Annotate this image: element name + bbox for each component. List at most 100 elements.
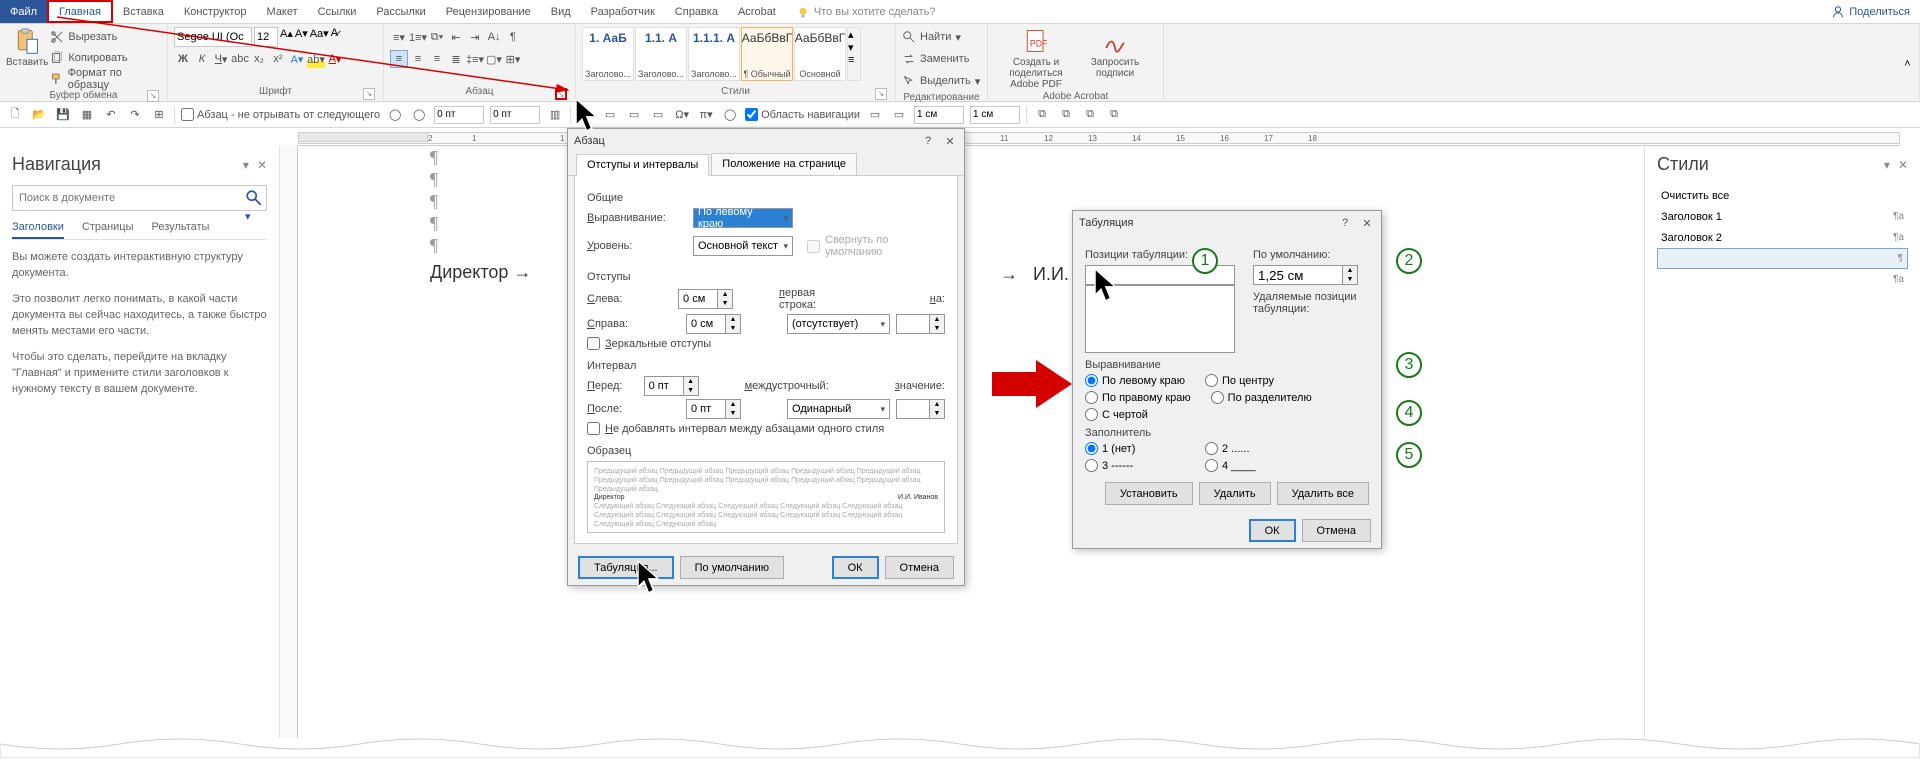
clipboard-launcher[interactable]: ↘ — [147, 90, 159, 102]
styles-scroll-up[interactable]: ▴ — [848, 28, 860, 41]
qa-columns-icon[interactable]: ▥ — [546, 106, 564, 124]
leader-4-radio[interactable]: 4 ____ — [1205, 459, 1305, 472]
qa-circle1-icon[interactable]: ◯ — [386, 106, 404, 124]
paste-button[interactable]: Вставить — [6, 27, 48, 68]
qa-spacing-after[interactable] — [490, 106, 540, 124]
delete-button[interactable]: Удалить — [1199, 482, 1271, 505]
qa-al2-icon[interactable]: ▭ — [601, 106, 619, 124]
qa-nav-checkbox[interactable]: Область навигации — [745, 108, 860, 121]
qa-open-icon[interactable]: 📂 — [30, 106, 48, 124]
qa-group2-icon[interactable]: ⧉ — [1057, 106, 1075, 124]
qa-save-icon[interactable]: 💾 — [54, 106, 72, 124]
select-button[interactable]: Выделить▾ — [902, 71, 980, 91]
qa-al4-icon[interactable]: ▭ — [649, 106, 667, 124]
leader-2-radio[interactable]: 2 ...... — [1205, 442, 1305, 455]
qa-spacing-before[interactable] — [434, 106, 484, 124]
shrink-font-button[interactable]: A▾ — [295, 27, 308, 47]
style-normal[interactable]: АаБбВвГ¶ Обычный — [741, 27, 793, 81]
tab-design[interactable]: Конструктор — [174, 0, 257, 23]
tell-me[interactable]: Что вы хотите сделать? — [786, 0, 946, 23]
before-spin[interactable]: ▲▼ — [644, 376, 699, 396]
align-right-radio[interactable]: По правому краю — [1085, 391, 1191, 404]
request-sign-button[interactable]: Запросить подписи — [1080, 27, 1150, 79]
style-h1[interactable]: Заголовок 1¶a — [1657, 206, 1908, 227]
right-indent-spin[interactable]: ▲▼ — [686, 314, 741, 334]
font-launcher[interactable]: ↘ — [363, 88, 375, 100]
line-spacing-button[interactable]: ‡≡▾ — [466, 50, 484, 68]
qa-circle3-icon[interactable]: ◯ — [721, 106, 739, 124]
style-body[interactable]: АаБбВвГОсновной — [794, 27, 846, 81]
horizontal-ruler[interactable]: 21123456789101112131415161718 — [298, 128, 1900, 146]
close-icon[interactable]: ✕ — [1359, 217, 1375, 230]
style-clear-all[interactable]: Очистить все — [1657, 185, 1908, 206]
borders-button[interactable]: ⊞▾ — [504, 50, 522, 68]
tab-cancel-button[interactable]: Отмена — [1302, 519, 1371, 542]
qa-circle2-icon[interactable]: ◯ — [410, 106, 428, 124]
qa-margin1-icon[interactable]: ▭ — [866, 106, 884, 124]
line-spacing-combo[interactable]: Одинарный — [787, 399, 890, 419]
tab-help[interactable]: Справка — [665, 0, 728, 23]
qa-margin-left[interactable] — [914, 106, 964, 124]
align-left-button[interactable]: ≡ — [390, 50, 408, 68]
style-heading3[interactable]: 1.1.1. АЗаголово... — [688, 27, 740, 81]
increase-indent-button[interactable]: ⇥ — [466, 28, 484, 46]
styles-close-icon[interactable]: ✕ — [1898, 158, 1908, 172]
qa-redo-icon[interactable]: ↷ — [126, 106, 144, 124]
styles-more[interactable]: ≡ — [848, 54, 860, 66]
close-icon[interactable]: ✕ — [942, 135, 958, 148]
shading-button[interactable]: ▢▾ — [485, 50, 503, 68]
value-spin[interactable]: ▲▼ — [896, 399, 945, 419]
bold-button[interactable]: Ж — [174, 50, 192, 68]
search-input[interactable] — [12, 185, 267, 211]
search-icon[interactable]: ▾ — [245, 189, 263, 207]
find-button[interactable]: Найти▾ — [902, 27, 961, 47]
underline-button[interactable]: Ч▾ — [212, 50, 230, 68]
tab-view[interactable]: Вид — [541, 0, 581, 23]
align-decimal-radio[interactable]: По разделителю — [1211, 391, 1312, 404]
tab-review[interactable]: Рецензирование — [436, 0, 541, 23]
qa-group4-icon[interactable]: ⧉ — [1105, 106, 1123, 124]
qa-new-icon[interactable]: 🗋 — [6, 106, 24, 124]
tab-ok-button[interactable]: ОК — [1249, 519, 1296, 542]
nav-dropdown-icon[interactable]: ▾ — [243, 158, 249, 172]
align-right-button[interactable]: ≡ — [428, 50, 446, 68]
format-painter-button[interactable]: Формат по образцу — [50, 69, 161, 89]
change-case-button[interactable]: Aa▾ — [310, 27, 329, 47]
styles-scroll-down[interactable]: ▾ — [848, 41, 860, 54]
qa-csv-icon[interactable]: ▦ — [78, 106, 96, 124]
styles-launcher[interactable]: ↘ — [875, 88, 887, 100]
text-effects-button[interactable]: A▾ — [288, 50, 306, 68]
para-tab-page[interactable]: Положение на странице — [711, 153, 857, 175]
alignment-combo[interactable]: По левому краю — [693, 208, 793, 228]
leader-3-radio[interactable]: 3 ------ — [1085, 459, 1185, 472]
qa-margin2-icon[interactable]: ▭ — [890, 106, 908, 124]
font-size-input[interactable] — [254, 27, 278, 47]
align-center-radio[interactable]: По центру — [1205, 374, 1305, 387]
tab-mailings[interactable]: Рассылки — [366, 0, 435, 23]
style-heading1[interactable]: 1. АаБЗаголово... — [582, 27, 634, 81]
qa-table-icon[interactable]: ⊞ — [150, 106, 168, 124]
clear-formatting-button[interactable]: A̷ — [331, 27, 338, 47]
superscript-button[interactable]: x² — [269, 50, 287, 68]
tab-developer[interactable]: Разработчик — [581, 0, 665, 23]
align-center-button[interactable]: ≡ — [409, 50, 427, 68]
cut-button[interactable]: Вырезать — [50, 27, 161, 47]
numbering-button[interactable]: 1≡▾ — [409, 28, 427, 46]
tab-acrobat[interactable]: Acrobat — [728, 0, 786, 23]
first-on-spin[interactable]: ▲▼ — [896, 314, 945, 334]
multilevel-button[interactable]: ⧉▾ — [428, 28, 446, 46]
defaults-button[interactable]: По умолчанию — [680, 556, 784, 579]
align-left-radio[interactable]: По левому краю — [1085, 374, 1185, 387]
tab-layout[interactable]: Макет — [257, 0, 308, 23]
justify-button[interactable]: ≣ — [447, 50, 465, 68]
delete-all-button[interactable]: Удалить все — [1277, 482, 1369, 505]
left-indent-spin[interactable]: ▲▼ — [678, 289, 733, 309]
style-gallery[interactable]: 1. АаБЗаголово... 1.1. АЗаголово... 1.1.… — [582, 27, 861, 81]
font-color-button[interactable]: A▾ — [326, 50, 344, 68]
outline-level-combo[interactable]: Основной текст — [693, 236, 793, 256]
nav-tab-results[interactable]: Результаты — [152, 221, 210, 239]
show-marks-button[interactable]: ¶ — [504, 28, 522, 46]
tab-dialog-titlebar[interactable]: Табуляция ?✕ — [1073, 211, 1381, 235]
subscript-button[interactable]: x₂ — [250, 50, 268, 68]
tab-references[interactable]: Ссылки — [308, 0, 367, 23]
